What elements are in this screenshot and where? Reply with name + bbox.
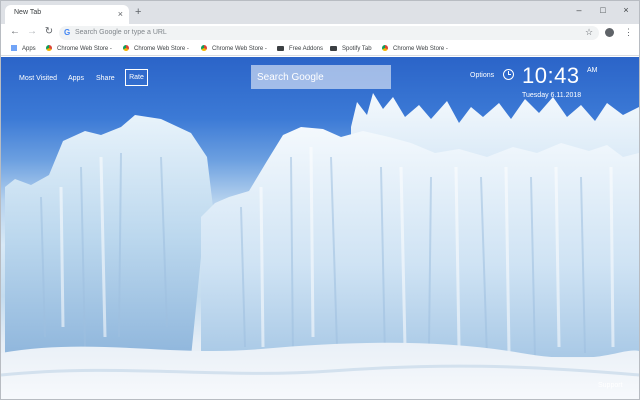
chrome-icon [201,45,207,51]
browser-menu-icon[interactable]: ⋮ [624,25,633,39]
bookmark-chrome-web-store-4[interactable]: Chrome Web Store - [382,44,448,54]
bookmark-label: Chrome Web Store - [134,46,189,52]
browser-window: New Tab × + – □ × ← → ↻ G Search Google … [0,0,640,400]
address-bar-placeholder: Search Google or type a URL [75,29,167,36]
clock-time: 10:43 [522,63,580,88]
search-placeholder: Search Google [257,72,324,83]
address-bar[interactable]: G Search Google or type a URL [59,26,599,40]
most-visited-link[interactable]: Most Visited [19,74,57,83]
tab-title: New Tab [14,9,42,16]
tab-strip: New Tab × + – □ × [1,1,639,24]
bookmark-label: Chrome Web Store - [57,46,112,52]
tab-new-tab[interactable]: New Tab × [5,5,129,24]
clock-icon[interactable] [503,69,514,80]
bookmark-label: Free Addons [289,46,324,52]
bookmark-label: Chrome Web Store - [212,46,267,52]
apps-grid-icon [11,45,17,51]
forward-arrow-icon[interactable]: → [26,26,38,38]
back-arrow-icon[interactable]: ← [9,26,21,38]
chrome-icon [123,45,129,51]
rate-button[interactable]: Rate [125,69,148,86]
chrome-icon [382,45,388,51]
bookmark-chrome-web-store-1[interactable]: Chrome Web Store - [46,44,112,54]
apps-link[interactable]: Apps [68,74,84,83]
clock-ampm: AM [587,67,598,74]
clock-date: Tuesday 6.11.2018 [522,92,582,99]
maximize-icon[interactable]: □ [596,4,610,16]
bookmark-free-addons[interactable]: Free Addons [277,44,323,54]
reload-icon[interactable]: ↻ [43,26,55,38]
ice-castle-background [1,93,639,399]
addons-icon [277,46,284,51]
google-search-input[interactable]: Search Google [251,65,391,89]
bookmarks-bar: Apps Chrome Web Store - Chrome Web Store… [1,41,639,56]
minimize-icon[interactable]: – [572,4,586,16]
bookmark-chrome-web-store-3[interactable]: Chrome Web Store - [201,44,267,54]
options-link[interactable]: Options [470,71,494,80]
chrome-icon [46,45,52,51]
new-tab-plus-icon[interactable]: + [135,7,141,18]
bookmark-label: Apps [22,46,36,52]
tab-close-icon[interactable]: × [118,8,123,20]
google-g-icon: G [64,28,71,37]
profile-avatar-icon[interactable] [605,28,614,37]
browser-toolbar: ← → ↻ G Search Google or type a URL ☆ ⋮ [1,24,639,41]
bookmark-chrome-web-store-2[interactable]: Chrome Web Store - [123,44,189,54]
bookmark-star-icon[interactable]: ☆ [585,26,593,38]
bookmark-label: Chrome Web Store - [393,46,448,52]
bookmark-apps[interactable]: Apps [11,44,36,54]
new-tab-page: Most Visited Apps Share Rate Search Goog… [1,57,639,399]
support-link[interactable]: Support [598,381,623,390]
addons-icon [330,46,337,51]
share-link[interactable]: Share [96,74,115,83]
window-close-icon[interactable]: × [619,4,633,16]
bookmark-label: Spotify Tab [342,46,372,52]
bookmark-spotify-tab[interactable]: Spotify Tab [330,44,372,54]
